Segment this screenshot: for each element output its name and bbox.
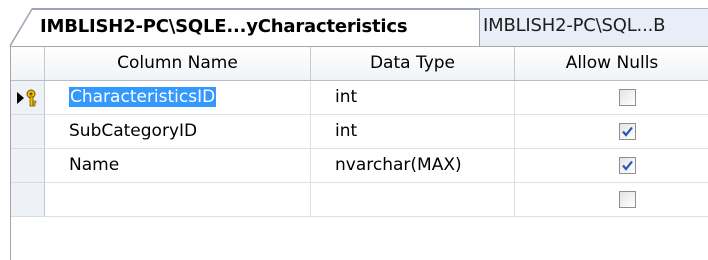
cell-data-type[interactable]: int bbox=[311, 115, 515, 149]
cell-allow-nulls bbox=[515, 115, 708, 149]
allow-nulls-checkbox[interactable] bbox=[619, 89, 636, 106]
columns-grid: Column Name Data Type Allow Nulls Charac… bbox=[10, 46, 708, 260]
document-tabs: IMBLISH2-PC\SQLE...yCharacteristics IMBL… bbox=[0, 0, 708, 47]
selected-column-name[interactable]: CharacteristicsID bbox=[69, 87, 217, 107]
table-row: Name nvarchar(MAX) bbox=[11, 149, 708, 183]
cell-allow-nulls bbox=[515, 149, 708, 183]
checkmark-icon bbox=[622, 160, 633, 171]
row-selector[interactable] bbox=[11, 115, 45, 149]
checkmark-icon bbox=[622, 126, 633, 137]
cell-column-name[interactable]: Name bbox=[45, 149, 311, 183]
table-row-new bbox=[11, 183, 708, 217]
cell-allow-nulls bbox=[515, 81, 708, 115]
row-selector[interactable] bbox=[11, 183, 45, 217]
tab-active-label: IMBLISH2-PC\SQLE...yCharacteristics bbox=[40, 16, 408, 37]
allow-nulls-checkbox[interactable] bbox=[619, 123, 636, 140]
allow-nulls-checkbox[interactable] bbox=[619, 191, 636, 208]
cell-allow-nulls bbox=[515, 183, 708, 217]
row-selector[interactable] bbox=[11, 149, 45, 183]
column-header-name[interactable]: Column Name bbox=[45, 47, 311, 81]
cell-data-type[interactable]: nvarchar(MAX) bbox=[311, 149, 515, 183]
primary-key-icon bbox=[17, 89, 37, 107]
current-row-arrow-icon bbox=[17, 92, 24, 104]
cell-column-name[interactable]: CharacteristicsID bbox=[45, 81, 311, 115]
table-designer: IMBLISH2-PC\SQLE...yCharacteristics IMBL… bbox=[0, 0, 708, 260]
table-row: CharacteristicsID int bbox=[11, 81, 708, 115]
grid-corner-header bbox=[11, 47, 45, 81]
cell-column-name[interactable]: SubCategoryID bbox=[45, 115, 311, 149]
tab-inactive-label: IMBLISH2-PC\SQL...B bbox=[483, 15, 666, 36]
column-header-type[interactable]: Data Type bbox=[311, 47, 515, 81]
cell-data-type[interactable] bbox=[311, 183, 515, 217]
row-selector[interactable] bbox=[11, 81, 45, 115]
cell-data-type[interactable]: int bbox=[311, 81, 515, 115]
tab-inactive-table[interactable]: IMBLISH2-PC\SQL...B bbox=[466, 8, 708, 46]
tab-active-table[interactable]: IMBLISH2-PC\SQLE...yCharacteristics bbox=[10, 8, 480, 46]
allow-nulls-checkbox[interactable] bbox=[619, 157, 636, 174]
cell-column-name[interactable] bbox=[45, 183, 311, 217]
table-row: SubCategoryID int bbox=[11, 115, 708, 149]
column-header-allow-nulls[interactable]: Allow Nulls bbox=[515, 47, 708, 81]
